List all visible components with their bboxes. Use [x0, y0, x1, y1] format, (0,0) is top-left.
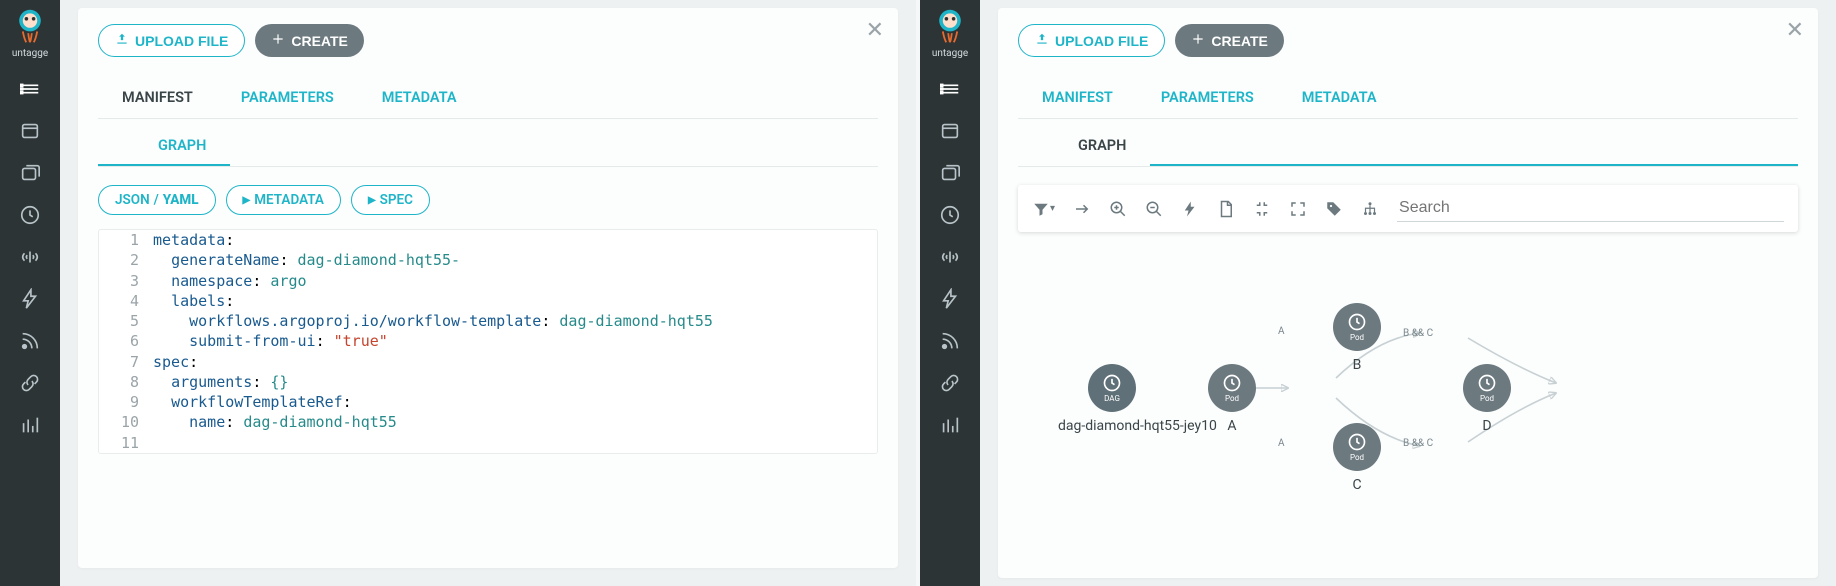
direction-icon[interactable] [1073, 200, 1091, 218]
fast-icon[interactable] [1181, 200, 1199, 218]
dag-node-a[interactable]: Pod A [1208, 364, 1256, 434]
edge-label: B && C [1403, 328, 1433, 339]
metadata-pill-label: METADATA [254, 192, 324, 208]
create-button[interactable]: CREATE [255, 24, 364, 57]
document-icon[interactable] [1217, 200, 1235, 218]
tab-graph[interactable]: GRAPH [98, 127, 230, 166]
argo-logo: untagge [932, 8, 968, 59]
edge-label: A [1278, 438, 1285, 449]
node-type-label: DAG [1104, 395, 1120, 403]
caret-icon: ▶ [243, 195, 251, 206]
spec-anchor-button[interactable]: ▶ SPEC [351, 185, 430, 215]
node-label: D [1463, 418, 1511, 434]
nav-templates-stack-icon[interactable] [938, 161, 962, 185]
spec-pill-label: SPEC [380, 192, 413, 208]
sidebar: untagge [920, 0, 980, 586]
node-label: B [1333, 357, 1381, 373]
nav-sensors-icon[interactable] [938, 245, 962, 269]
primary-tabs: MANIFEST PARAMETERS METADATA [98, 79, 878, 119]
node-label: A [1208, 418, 1256, 434]
json-label: JSON [115, 192, 150, 208]
logo-subtitle: untagge [932, 48, 968, 59]
tag-icon[interactable] [1325, 200, 1343, 218]
nav-events-icon[interactable] [938, 287, 962, 311]
tab-metadata[interactable]: METADATA [358, 79, 481, 118]
nav-link-icon[interactable] [18, 371, 42, 395]
zoom-in-icon[interactable] [1109, 200, 1127, 218]
dag-root-node[interactable]: DAG dag-diamond-hqt55-jey10 [1088, 364, 1136, 434]
upload-file-button[interactable]: UPLOAD FILE [1018, 24, 1165, 57]
nav-template-icon[interactable] [18, 119, 42, 143]
argo-logo: untagge [12, 8, 48, 59]
close-button[interactable]: ✕ [866, 20, 884, 42]
yaml-label: YAML [163, 192, 199, 208]
tab-metadata[interactable]: METADATA [1278, 79, 1401, 118]
nav-link-icon[interactable] [938, 371, 962, 395]
nav-feed-icon[interactable] [18, 329, 42, 353]
tab-parameters[interactable]: PARAMETERS [217, 79, 358, 118]
edge-label: B && C [1403, 438, 1433, 449]
edge-label: A [1278, 326, 1285, 337]
caret-icon: ▶ [368, 195, 376, 206]
zoom-out-icon[interactable] [1145, 200, 1163, 218]
yaml-editor[interactable]: 1metadata:2 generateName: dag-diamond-hq… [98, 229, 878, 454]
fullscreen-icon[interactable] [1289, 200, 1307, 218]
tree-icon[interactable] [1361, 200, 1379, 218]
upload-file-label: UPLOAD FILE [1055, 33, 1148, 49]
nav-timeline-icon[interactable] [938, 77, 962, 101]
submit-panel: ✕ UPLOAD FILE CREATE MANIFEST PARAMETERS… [998, 8, 1818, 578]
dag-node-d[interactable]: Pod D [1463, 364, 1511, 434]
plus-icon [1191, 32, 1205, 49]
dag-graph[interactable]: DAG dag-diamond-hqt55-jey10 Pod A Pod B … [1018, 258, 1798, 558]
secondary-tabs: GRAPH [1018, 127, 1798, 167]
nav-cron-icon[interactable] [18, 203, 42, 227]
nav-template-icon[interactable] [938, 119, 962, 143]
node-type-label: Pod [1350, 454, 1364, 462]
tab-manifest[interactable]: MANIFEST [98, 79, 217, 118]
dag-node-c[interactable]: Pod C [1333, 423, 1381, 493]
primary-tabs: MANIFEST PARAMETERS METADATA [1018, 79, 1798, 119]
upload-icon [1035, 32, 1049, 49]
create-label: CREATE [291, 33, 348, 49]
nav-feed-icon[interactable] [938, 329, 962, 353]
create-label: CREATE [1211, 33, 1268, 49]
tab-graph[interactable]: GRAPH [1018, 127, 1150, 166]
upload-icon [115, 32, 129, 49]
node-label: dag-diamond-hqt55-jey10 [1058, 418, 1136, 434]
close-button[interactable]: ✕ [1786, 20, 1804, 42]
create-button[interactable]: CREATE [1175, 24, 1284, 57]
tab-parameters[interactable]: PARAMETERS [1137, 79, 1278, 118]
dag-node-b[interactable]: Pod B [1333, 303, 1381, 373]
nav-templates-stack-icon[interactable] [18, 161, 42, 185]
metadata-anchor-button[interactable]: ▶ METADATA [226, 185, 341, 215]
nav-reports-icon[interactable] [18, 413, 42, 437]
tab-manifest[interactable]: MANIFEST [1018, 79, 1137, 118]
nav-sensors-icon[interactable] [18, 245, 42, 269]
submit-panel: ✕ UPLOAD FILE CREATE MANIFEST PARAMETERS… [78, 8, 898, 568]
nav-reports-icon[interactable] [938, 413, 962, 437]
upload-file-label: UPLOAD FILE [135, 33, 228, 49]
filter-icon[interactable]: ▾ [1032, 200, 1055, 218]
node-type-label: Pod [1350, 334, 1364, 342]
nav-events-icon[interactable] [18, 287, 42, 311]
plus-icon [271, 32, 285, 49]
sidebar: untagge [0, 0, 60, 586]
node-type-label: Pod [1225, 395, 1239, 403]
logo-subtitle: untagge [12, 48, 48, 59]
graph-toolbar: ▾ [1018, 185, 1798, 232]
node-label: C [1333, 477, 1381, 493]
json-yaml-toggle[interactable]: JSON/YAML [98, 185, 216, 215]
nav-cron-icon[interactable] [938, 203, 962, 227]
nav-timeline-icon[interactable] [18, 77, 42, 101]
secondary-tabs: GRAPH [98, 127, 878, 167]
graph-search-input[interactable] [1397, 195, 1784, 222]
collapse-icon[interactable] [1253, 200, 1271, 218]
upload-file-button[interactable]: UPLOAD FILE [98, 24, 245, 57]
node-type-label: Pod [1480, 395, 1494, 403]
